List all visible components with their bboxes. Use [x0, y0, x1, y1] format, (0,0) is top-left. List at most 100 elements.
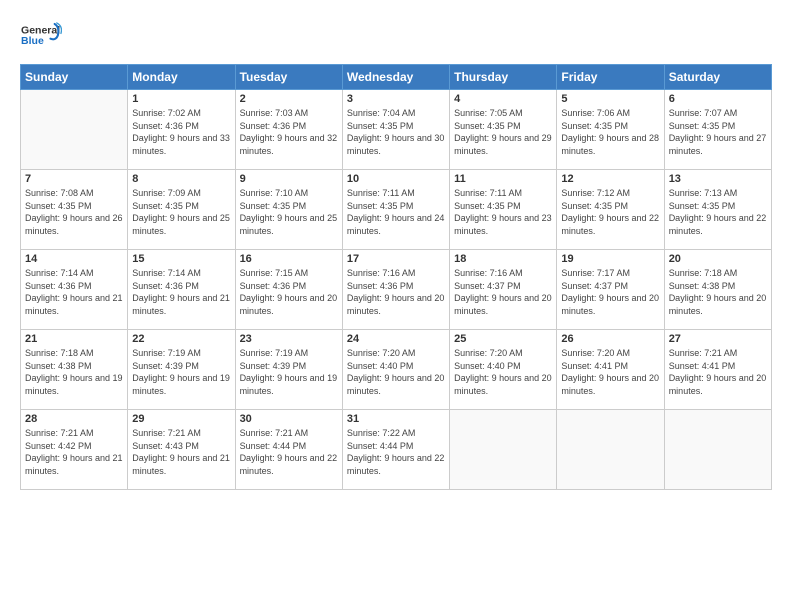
week-row-4: 21 Sunrise: 7:18 AMSunset: 4:38 PMDaylig… — [21, 330, 772, 410]
day-number: 5 — [561, 93, 659, 105]
day-info: Sunrise: 7:19 AMSunset: 4:39 PMDaylight:… — [132, 347, 230, 397]
day-number: 3 — [347, 93, 445, 105]
week-row-1: 1 Sunrise: 7:02 AMSunset: 4:36 PMDayligh… — [21, 90, 772, 170]
header: General Blue — [20, 16, 772, 54]
week-row-2: 7 Sunrise: 7:08 AMSunset: 4:35 PMDayligh… — [21, 170, 772, 250]
day-number: 7 — [25, 173, 123, 185]
calendar-cell — [664, 410, 771, 490]
day-info: Sunrise: 7:16 AMSunset: 4:37 PMDaylight:… — [454, 267, 552, 317]
day-info: Sunrise: 7:05 AMSunset: 4:35 PMDaylight:… — [454, 107, 552, 157]
day-info: Sunrise: 7:09 AMSunset: 4:35 PMDaylight:… — [132, 187, 230, 237]
calendar-cell — [450, 410, 557, 490]
calendar-cell: 13 Sunrise: 7:13 AMSunset: 4:35 PMDaylig… — [664, 170, 771, 250]
day-info: Sunrise: 7:20 AMSunset: 4:41 PMDaylight:… — [561, 347, 659, 397]
day-info: Sunrise: 7:20 AMSunset: 4:40 PMDaylight:… — [454, 347, 552, 397]
col-header-friday: Friday — [557, 65, 664, 90]
day-number: 23 — [240, 333, 338, 345]
day-number: 4 — [454, 93, 552, 105]
day-info: Sunrise: 7:07 AMSunset: 4:35 PMDaylight:… — [669, 107, 767, 157]
calendar-cell: 12 Sunrise: 7:12 AMSunset: 4:35 PMDaylig… — [557, 170, 664, 250]
day-info: Sunrise: 7:03 AMSunset: 4:36 PMDaylight:… — [240, 107, 338, 157]
day-info: Sunrise: 7:18 AMSunset: 4:38 PMDaylight:… — [25, 347, 123, 397]
day-number: 19 — [561, 253, 659, 265]
day-number: 15 — [132, 253, 230, 265]
day-info: Sunrise: 7:06 AMSunset: 4:35 PMDaylight:… — [561, 107, 659, 157]
day-number: 21 — [25, 333, 123, 345]
day-info: Sunrise: 7:22 AMSunset: 4:44 PMDaylight:… — [347, 427, 445, 477]
calendar-cell: 23 Sunrise: 7:19 AMSunset: 4:39 PMDaylig… — [235, 330, 342, 410]
day-number: 16 — [240, 253, 338, 265]
col-header-wednesday: Wednesday — [342, 65, 449, 90]
day-number: 18 — [454, 253, 552, 265]
calendar-cell: 2 Sunrise: 7:03 AMSunset: 4:36 PMDayligh… — [235, 90, 342, 170]
calendar-cell: 30 Sunrise: 7:21 AMSunset: 4:44 PMDaylig… — [235, 410, 342, 490]
day-number: 22 — [132, 333, 230, 345]
day-number: 12 — [561, 173, 659, 185]
day-number: 27 — [669, 333, 767, 345]
day-info: Sunrise: 7:14 AMSunset: 4:36 PMDaylight:… — [25, 267, 123, 317]
day-number: 14 — [25, 253, 123, 265]
calendar-cell: 9 Sunrise: 7:10 AMSunset: 4:35 PMDayligh… — [235, 170, 342, 250]
svg-text:Blue: Blue — [21, 35, 44, 47]
day-info: Sunrise: 7:15 AMSunset: 4:36 PMDaylight:… — [240, 267, 338, 317]
logo: General Blue — [20, 16, 62, 54]
calendar-cell: 8 Sunrise: 7:09 AMSunset: 4:35 PMDayligh… — [128, 170, 235, 250]
day-info: Sunrise: 7:14 AMSunset: 4:36 PMDaylight:… — [132, 267, 230, 317]
week-row-5: 28 Sunrise: 7:21 AMSunset: 4:42 PMDaylig… — [21, 410, 772, 490]
calendar-cell: 31 Sunrise: 7:22 AMSunset: 4:44 PMDaylig… — [342, 410, 449, 490]
calendar-cell: 4 Sunrise: 7:05 AMSunset: 4:35 PMDayligh… — [450, 90, 557, 170]
calendar-table: SundayMondayTuesdayWednesdayThursdayFrid… — [20, 64, 772, 490]
calendar-cell: 25 Sunrise: 7:20 AMSunset: 4:40 PMDaylig… — [450, 330, 557, 410]
col-header-monday: Monday — [128, 65, 235, 90]
day-number: 17 — [347, 253, 445, 265]
calendar-cell: 27 Sunrise: 7:21 AMSunset: 4:41 PMDaylig… — [664, 330, 771, 410]
calendar-cell — [21, 90, 128, 170]
day-number: 8 — [132, 173, 230, 185]
day-info: Sunrise: 7:02 AMSunset: 4:36 PMDaylight:… — [132, 107, 230, 157]
calendar-cell: 15 Sunrise: 7:14 AMSunset: 4:36 PMDaylig… — [128, 250, 235, 330]
day-info: Sunrise: 7:16 AMSunset: 4:36 PMDaylight:… — [347, 267, 445, 317]
day-info: Sunrise: 7:21 AMSunset: 4:43 PMDaylight:… — [132, 427, 230, 477]
calendar-header-row: SundayMondayTuesdayWednesdayThursdayFrid… — [21, 65, 772, 90]
day-number: 30 — [240, 413, 338, 425]
day-info: Sunrise: 7:21 AMSunset: 4:42 PMDaylight:… — [25, 427, 123, 477]
day-info: Sunrise: 7:20 AMSunset: 4:40 PMDaylight:… — [347, 347, 445, 397]
page: General Blue SundayMondayTuesdayWednesda… — [0, 0, 792, 612]
calendar-cell — [557, 410, 664, 490]
day-info: Sunrise: 7:12 AMSunset: 4:35 PMDaylight:… — [561, 187, 659, 237]
day-info: Sunrise: 7:08 AMSunset: 4:35 PMDaylight:… — [25, 187, 123, 237]
day-info: Sunrise: 7:13 AMSunset: 4:35 PMDaylight:… — [669, 187, 767, 237]
calendar-cell: 16 Sunrise: 7:15 AMSunset: 4:36 PMDaylig… — [235, 250, 342, 330]
day-number: 6 — [669, 93, 767, 105]
calendar-cell: 18 Sunrise: 7:16 AMSunset: 4:37 PMDaylig… — [450, 250, 557, 330]
day-number: 11 — [454, 173, 552, 185]
day-number: 1 — [132, 93, 230, 105]
day-number: 25 — [454, 333, 552, 345]
day-number: 29 — [132, 413, 230, 425]
day-number: 9 — [240, 173, 338, 185]
calendar-cell: 19 Sunrise: 7:17 AMSunset: 4:37 PMDaylig… — [557, 250, 664, 330]
day-info: Sunrise: 7:17 AMSunset: 4:37 PMDaylight:… — [561, 267, 659, 317]
logo-svg: General Blue — [20, 16, 62, 54]
day-info: Sunrise: 7:04 AMSunset: 4:35 PMDaylight:… — [347, 107, 445, 157]
calendar-cell: 29 Sunrise: 7:21 AMSunset: 4:43 PMDaylig… — [128, 410, 235, 490]
day-info: Sunrise: 7:10 AMSunset: 4:35 PMDaylight:… — [240, 187, 338, 237]
day-number: 24 — [347, 333, 445, 345]
day-number: 2 — [240, 93, 338, 105]
calendar-cell: 6 Sunrise: 7:07 AMSunset: 4:35 PMDayligh… — [664, 90, 771, 170]
day-info: Sunrise: 7:18 AMSunset: 4:38 PMDaylight:… — [669, 267, 767, 317]
calendar-cell: 28 Sunrise: 7:21 AMSunset: 4:42 PMDaylig… — [21, 410, 128, 490]
calendar-cell: 5 Sunrise: 7:06 AMSunset: 4:35 PMDayligh… — [557, 90, 664, 170]
day-number: 10 — [347, 173, 445, 185]
col-header-thursday: Thursday — [450, 65, 557, 90]
calendar-cell: 3 Sunrise: 7:04 AMSunset: 4:35 PMDayligh… — [342, 90, 449, 170]
day-info: Sunrise: 7:11 AMSunset: 4:35 PMDaylight:… — [347, 187, 445, 237]
calendar-cell: 11 Sunrise: 7:11 AMSunset: 4:35 PMDaylig… — [450, 170, 557, 250]
calendar-cell: 1 Sunrise: 7:02 AMSunset: 4:36 PMDayligh… — [128, 90, 235, 170]
day-number: 26 — [561, 333, 659, 345]
calendar-cell: 24 Sunrise: 7:20 AMSunset: 4:40 PMDaylig… — [342, 330, 449, 410]
week-row-3: 14 Sunrise: 7:14 AMSunset: 4:36 PMDaylig… — [21, 250, 772, 330]
calendar-cell: 22 Sunrise: 7:19 AMSunset: 4:39 PMDaylig… — [128, 330, 235, 410]
day-info: Sunrise: 7:21 AMSunset: 4:41 PMDaylight:… — [669, 347, 767, 397]
calendar-cell: 7 Sunrise: 7:08 AMSunset: 4:35 PMDayligh… — [21, 170, 128, 250]
